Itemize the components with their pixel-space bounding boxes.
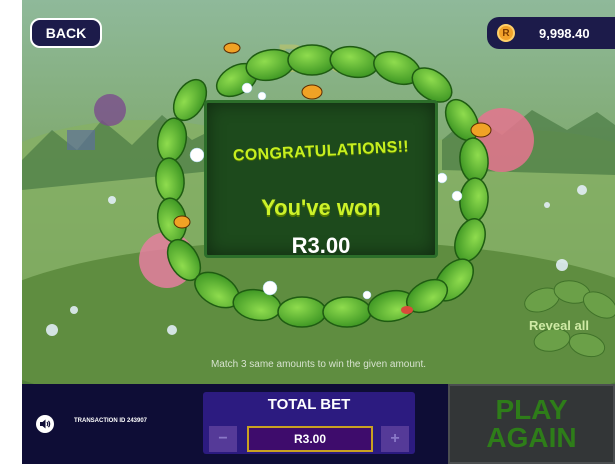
balance-value: 9,998.40 [539,25,590,41]
win-panel: CONGRATULATIONS!! You've won R3.00 [204,100,438,258]
reveal-all-button[interactable]: Reveal all [509,290,609,360]
total-bet-label: TOTAL BET [267,396,351,413]
increase-bet-button[interactable]: + [381,426,409,452]
game-scene: Bee [22,0,615,384]
total-bet-panel: TOTAL BET − R3.00 + [203,392,415,454]
you-won-text: You've won [261,195,381,220]
transaction-id: TRANSACTION ID 243907 [74,418,148,424]
bottom-bar: TRANSACTION ID 243907 TOTAL BET − R3.00 … [22,384,615,464]
speaker-icon [40,419,51,429]
play-again-button[interactable]: PLAY AGAIN [448,384,615,464]
play-again-line2: AGAIN [486,422,577,453]
back-button[interactable]: BACK [30,18,102,48]
bet-value: R3.00 [247,426,373,452]
balance-display: R 9,998.40 [487,17,615,49]
congratulations-text: CONGRATULATIONS!! [232,138,410,165]
instruction-text: Match 3 same amounts to win the given am… [210,359,427,370]
sound-toggle-button[interactable] [36,415,54,433]
game-frame: Bee [22,0,615,464]
decrease-bet-button[interactable]: − [209,426,237,452]
play-again-line1: PLAY [495,394,568,425]
coin-icon: R [497,24,515,42]
prize-amount: R3.00 [291,233,351,258]
